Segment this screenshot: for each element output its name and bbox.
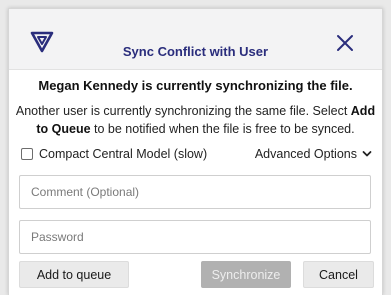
dialog-title: Sync Conflict with User (122, 44, 269, 59)
chevron-down-icon[interactable] (362, 150, 372, 158)
compact-central-model-checkbox[interactable] (21, 148, 33, 160)
compact-central-model-option[interactable]: Compact Central Model (slow) (21, 145, 207, 163)
brand-logo-icon (30, 31, 54, 53)
message-text-end: to be notified when the file is free to … (90, 122, 355, 136)
advanced-options-label[interactable]: Advanced Options (255, 147, 357, 161)
dialog-title-bar: Sync Conflict with User (9, 9, 382, 70)
message-text-start: Another user is currently synchronizing … (15, 104, 351, 118)
conflict-message: Another user is currently synchronizing … (15, 102, 376, 138)
password-input[interactable] (19, 220, 371, 254)
comment-input[interactable] (19, 175, 371, 209)
cancel-button[interactable]: Cancel (303, 261, 374, 288)
compact-central-model-label[interactable]: Compact Central Model (slow) (39, 147, 207, 161)
advanced-options-toggle[interactable]: Advanced Options (255, 145, 372, 163)
sync-conflict-dialog: Sync Conflict with User Megan Kennedy is… (8, 8, 383, 295)
conflict-heading: Megan Kennedy is currently synchronizing… (38, 78, 353, 93)
close-icon[interactable] (335, 33, 355, 53)
synchronize-button[interactable]: Synchronize (201, 261, 291, 288)
add-to-queue-button[interactable]: Add to queue (19, 261, 129, 288)
